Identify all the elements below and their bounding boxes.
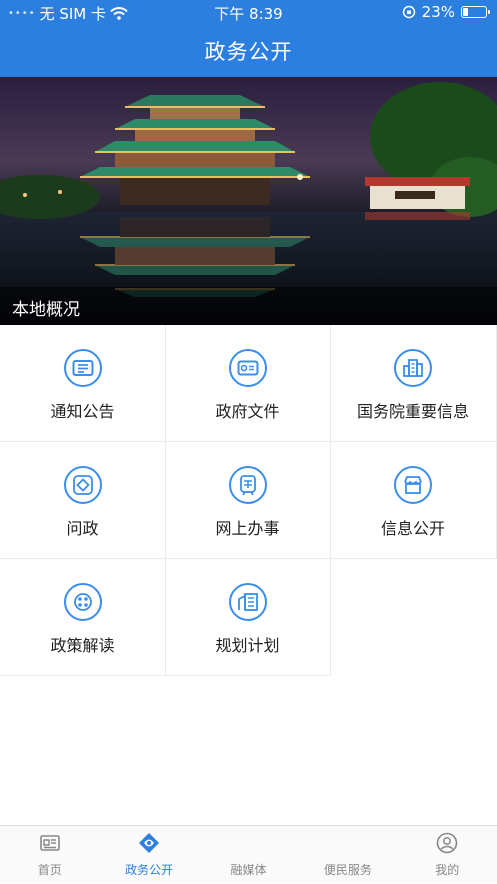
- menu-item-label: 国务院重要信息: [356, 402, 469, 421]
- tab-label: 便民服务: [323, 863, 372, 877]
- tab-home[interactable]: 首页: [0, 826, 99, 884]
- menu-item-label: 通知公告: [50, 402, 115, 421]
- banner-caption: 本地概况: [0, 287, 497, 325]
- tab-label: 政务公开: [125, 863, 174, 877]
- menu-item-gov-documents[interactable]: 政府文件: [165, 325, 331, 442]
- menu-item-label: 政策解读: [50, 636, 115, 655]
- store-icon: [394, 466, 432, 504]
- menu-item-label: 网上办事: [215, 519, 280, 538]
- menu-item-notice[interactable]: 通知公告: [0, 325, 166, 442]
- tab-label: 我的: [435, 863, 460, 877]
- menu-item-label: 政府文件: [215, 402, 280, 421]
- gov-icon: [139, 833, 160, 853]
- menu-item-label: 问政: [66, 519, 99, 538]
- profile-icon: [436, 832, 458, 854]
- ask-icon: [63, 466, 102, 504]
- menu-item-label: 规划计划: [215, 636, 280, 655]
- notice-icon: [63, 349, 102, 387]
- bottom-tab-bar: 首页 政务公开 融媒体 便民服务 我的: [0, 825, 497, 883]
- menu-item-policy-interpretation[interactable]: 政策解读: [0, 559, 166, 676]
- battery-percent: 23%: [421, 3, 455, 21]
- service-icon: [228, 466, 267, 504]
- plan-icon: [228, 583, 267, 621]
- orientation-lock-icon: [402, 5, 415, 19]
- page-title: 政务公开: [204, 40, 293, 64]
- menu-item-planning[interactable]: 规划计划: [165, 559, 331, 676]
- menu-item-info-disclosure[interactable]: 信息公开: [330, 442, 497, 559]
- tab-convenience[interactable]: 便民服务: [298, 826, 397, 884]
- status-right: 23%: [402, 3, 490, 21]
- home-icon: [39, 835, 60, 851]
- policy-icon: [63, 583, 102, 621]
- status-bar: •••• 无 SIM 卡 下午 8:39 23%: [0, 0, 497, 24]
- tab-media[interactable]: 融媒体: [199, 826, 298, 884]
- tab-label: 融媒体: [230, 863, 267, 877]
- tab-gov-affairs[interactable]: 政务公开: [99, 826, 198, 884]
- app-header: •••• 无 SIM 卡 下午 8:39 23% 政务公开: [0, 0, 497, 77]
- tab-label: 首页: [37, 863, 62, 877]
- document-icon: [228, 349, 267, 387]
- buildings-icon: [394, 349, 432, 387]
- menu-item-state-council-info[interactable]: 国务院重要信息: [330, 325, 497, 442]
- battery-icon: [461, 6, 490, 18]
- menu-item-online-service[interactable]: 网上办事: [165, 442, 331, 559]
- battery-fill: [463, 8, 468, 16]
- menu-item-ask-gov[interactable]: 问政: [0, 442, 166, 559]
- menu-item-label: 信息公开: [380, 519, 445, 538]
- banner-carousel[interactable]: 本地概况: [0, 77, 497, 325]
- tab-profile[interactable]: 我的: [398, 826, 497, 884]
